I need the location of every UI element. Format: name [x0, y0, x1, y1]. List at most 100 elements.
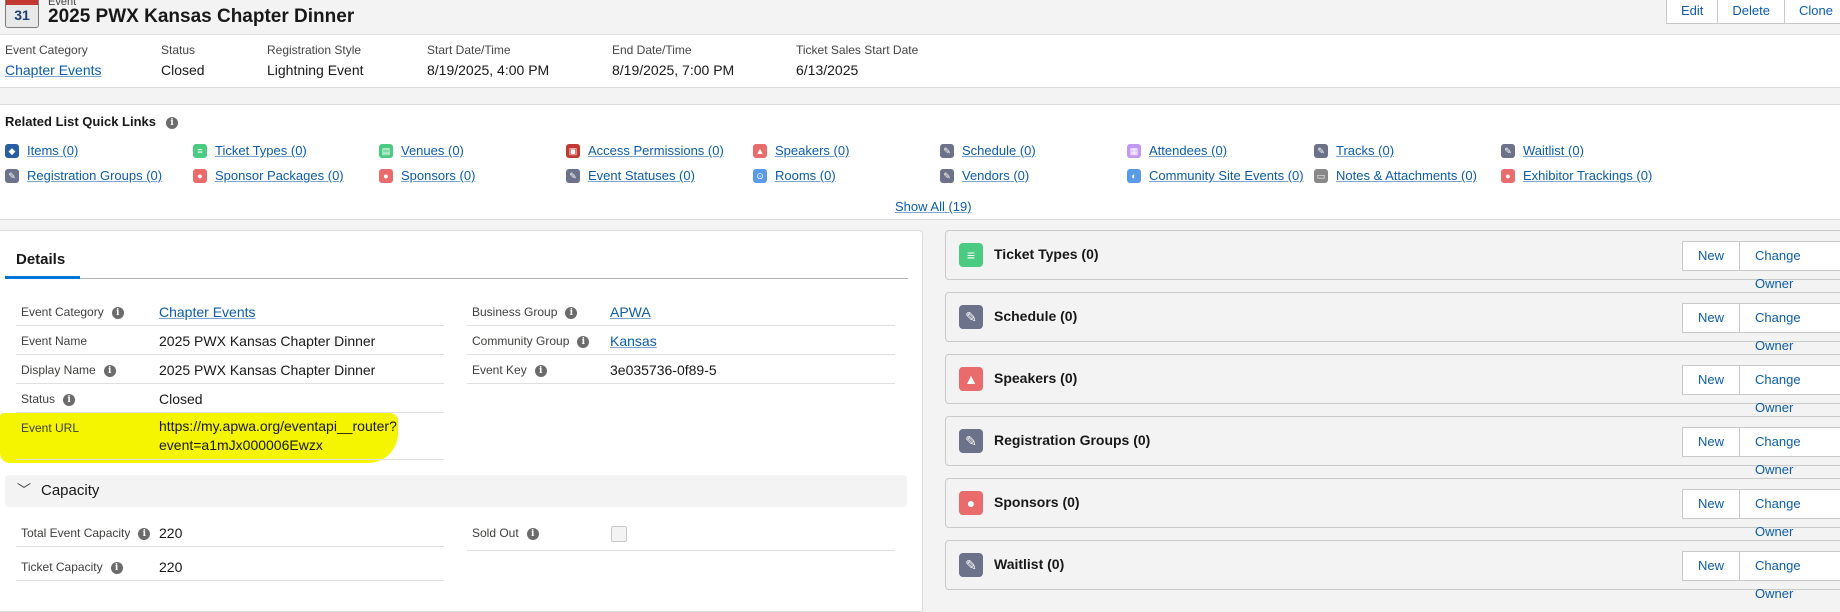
community-icon: ◐ [1127, 168, 1141, 183]
card-title[interactable]: Sponsors (0) [994, 494, 1080, 510]
community-group-link[interactable]: Kansas [610, 333, 657, 349]
quick-link-registration-groups[interactable]: ✎ Registration Groups (0) [5, 168, 162, 183]
info-icon[interactable]: i [565, 306, 578, 319]
field-event-category: Event Category i Chapter Events [16, 297, 444, 326]
change-owner-button[interactable]: Change Owner [1740, 551, 1840, 601]
change-owner-button[interactable]: Change Owner [1740, 489, 1840, 539]
quick-link-schedule[interactable]: ✎ Schedule (0) [940, 143, 1036, 158]
delete-button[interactable]: Delete [1718, 0, 1785, 24]
highlight-status: Status Closed [161, 43, 205, 78]
record-header: 31 Event 2025 PWX Kansas Chapter Dinner … [0, 0, 1840, 35]
sponsor-icon: ● [193, 168, 207, 183]
edit-button[interactable]: Edit [1666, 0, 1719, 24]
card-title[interactable]: Waitlist (0) [994, 556, 1064, 572]
quick-link-event-statuses[interactable]: ✎ Event Statuses (0) [566, 168, 695, 183]
business-group-link[interactable]: APWA [610, 304, 651, 320]
wrench-icon: ✎ [1501, 143, 1515, 158]
new-button[interactable]: New [1682, 427, 1741, 457]
event-url-value[interactable]: https://my.apwa.org/eventapi__router? ev… [159, 417, 397, 455]
sold-out-checkbox[interactable] [611, 526, 627, 542]
lock-icon: ▣ [566, 143, 580, 158]
info-icon[interactable]: i [111, 306, 124, 319]
field-ticket-capacity: Ticket Capacity i 220 [16, 552, 444, 581]
quick-link-ticket-types[interactable]: ≡ Ticket Types (0) [193, 143, 307, 158]
new-button[interactable]: New [1682, 241, 1741, 271]
change-owner-button[interactable]: Change Owner [1740, 303, 1840, 353]
field-business-group: Business Group i APWA [467, 297, 895, 326]
exhibitor-icon: ● [1501, 168, 1515, 183]
new-button[interactable]: New [1682, 365, 1741, 395]
quick-link-items[interactable]: ◆ Items (0) [5, 143, 78, 158]
speaker-icon: ▲ [753, 143, 767, 158]
action-buttons: Edit Delete Clone [1666, 0, 1840, 24]
wrench-icon: ✎ [940, 143, 954, 158]
card-title[interactable]: Registration Groups (0) [994, 432, 1150, 448]
quick-link-access-permissions[interactable]: ▣ Access Permissions (0) [566, 143, 724, 158]
related-card-waitlist: ✎ Waitlist (0) New Change Owner [945, 540, 1840, 601]
field-community-group: Community Group i Kansas [467, 326, 895, 355]
related-card-speakers: ▲ Speakers (0) New Change Owner [945, 354, 1840, 415]
related-card-schedule: ✎ Schedule (0) New Change Owner [945, 292, 1840, 353]
field-event-key: Event Key i 3e035736-0f89-5 [467, 355, 895, 384]
notes-icon: ▭ [1314, 168, 1328, 183]
card-title[interactable]: Speakers (0) [994, 370, 1077, 386]
highlight-event-category: Event Category Chapter Events [5, 43, 102, 78]
info-icon[interactable]: i [577, 335, 590, 348]
info-icon[interactable]: i [166, 116, 178, 129]
new-button[interactable]: New [1682, 303, 1741, 333]
quick-link-community-site-events[interactable]: ◐ Community Site Events (0) [1127, 168, 1304, 183]
page-title: 2025 PWX Kansas Chapter Dinner [48, 6, 355, 27]
change-owner-button[interactable]: Change Owner [1740, 241, 1840, 291]
info-icon[interactable]: i [63, 393, 76, 406]
tab-active-indicator [5, 276, 80, 279]
quick-link-vendors[interactable]: ✎ Vendors (0) [940, 168, 1029, 183]
quick-link-speakers[interactable]: ▲ Speakers (0) [753, 143, 849, 158]
capacity-section-header[interactable]: ﹀ Capacity [5, 475, 907, 507]
wrench-icon: ✎ [1314, 143, 1328, 158]
wrench-icon: ✎ [959, 305, 983, 329]
speaker-icon: ▲ [959, 367, 983, 391]
clone-button[interactable]: Clone [1784, 0, 1840, 24]
field-event-name: Event Name 2025 PWX Kansas Chapter Dinne… [16, 326, 444, 355]
tab-details[interactable]: Details [16, 251, 65, 268]
field-status: Status i Closed [16, 384, 444, 413]
card-title[interactable]: Schedule (0) [994, 308, 1077, 324]
quick-link-rooms[interactable]: ⊙ Rooms (0) [753, 168, 836, 183]
change-owner-button[interactable]: Change Owner [1740, 365, 1840, 415]
related-card-registration-groups: ✎ Registration Groups (0) New Change Owne… [945, 416, 1840, 477]
quick-links-title: Related List Quick Links i [5, 114, 178, 129]
event-category-link[interactable]: Chapter Events [5, 62, 102, 78]
wrench-icon: ✎ [5, 168, 19, 183]
quick-link-sponsors[interactable]: ● Sponsors (0) [379, 168, 475, 183]
info-icon[interactable]: i [534, 364, 547, 377]
quick-link-attendees[interactable]: ▦ Attendees (0) [1127, 143, 1227, 158]
info-icon[interactable]: i [526, 527, 539, 540]
show-all-link[interactable]: Show All (19) [895, 199, 972, 214]
quick-link-venues[interactable]: ▤ Venues (0) [379, 143, 464, 158]
sponsor-icon: ● [379, 168, 393, 183]
chevron-down-icon: ﹀ [17, 482, 31, 498]
highlight-end-date: End Date/Time 8/19/2025, 7:00 PM [612, 43, 735, 78]
quick-link-sponsor-packages[interactable]: ● Sponsor Packages (0) [193, 168, 344, 183]
attendee-icon: ▦ [1127, 143, 1141, 158]
info-icon[interactable]: i [110, 561, 123, 574]
quick-link-exhibitor-trackings[interactable]: ● Exhibitor Trackings (0) [1501, 168, 1652, 183]
card-title[interactable]: Ticket Types (0) [994, 246, 1099, 262]
info-icon[interactable]: i [138, 527, 151, 540]
new-button[interactable]: New [1682, 489, 1741, 519]
related-list-quick-links: Related List Quick Links i ◆ Items (0) ≡ Ti… [0, 104, 1840, 220]
event-category-value-link[interactable]: Chapter Events [159, 304, 256, 320]
field-sold-out: Sold Out i [467, 518, 895, 551]
ticket-icon: ≡ [193, 143, 207, 158]
quick-link-notes-attachments[interactable]: ▭ Notes & Attachments (0) [1314, 168, 1477, 183]
quick-link-waitlist[interactable]: ✎ Waitlist (0) [1501, 143, 1584, 158]
highlight-ticket-sales-start: Ticket Sales Start Date 6/13/2025 [796, 43, 919, 78]
related-card-sponsors: ● Sponsors (0) New Change Owner [945, 478, 1840, 539]
new-button[interactable]: New [1682, 551, 1741, 581]
quick-link-tracks[interactable]: ✎ Tracks (0) [1314, 143, 1394, 158]
change-owner-button[interactable]: Change Owner [1740, 427, 1840, 477]
info-icon[interactable]: i [103, 364, 116, 377]
venue-icon: ▤ [379, 143, 393, 158]
field-event-url: Event URL https://my.apwa.org/eventapi__… [16, 413, 444, 460]
field-total-event-capacity: Total Event Capacity i 220 [16, 518, 444, 547]
